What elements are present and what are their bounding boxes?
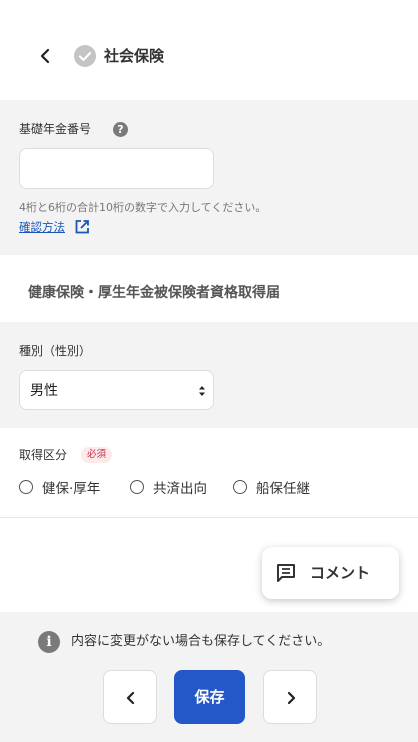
chevron-right-icon <box>287 691 296 705</box>
pension-number-hint: 4桁と6桁の合計10桁の数字で入力してください。 <box>19 201 267 214</box>
radio-label: 船保任継 <box>256 481 310 497</box>
select-arrows-icon <box>199 386 205 396</box>
comment-icon <box>277 564 295 582</box>
page-title: 社会保険 <box>104 47 165 65</box>
previous-button[interactable] <box>103 670 157 724</box>
pension-number-input[interactable] <box>19 148 214 189</box>
chevron-left-icon <box>126 691 135 705</box>
insurance-heading: 健康保険・厚生年金被保険者資格取得届 <box>28 285 280 301</box>
divider <box>0 517 418 518</box>
radio-option-senpo[interactable]: 船保任継 <box>233 479 328 499</box>
gender-label: 種別（性別） <box>19 344 92 358</box>
save-button[interactable]: 保存 <box>174 670 245 724</box>
external-link-icon[interactable] <box>73 218 91 236</box>
radio-label: 健保·厚年 <box>42 481 101 497</box>
help-icon[interactable]: ? <box>113 122 128 137</box>
gender-select[interactable]: 男性 <box>19 370 214 410</box>
radio-circle <box>130 480 144 494</box>
check-circle-icon <box>74 45 96 67</box>
radio-circle <box>19 480 33 494</box>
gender-select-value: 男性 <box>30 383 58 399</box>
how-to-confirm-link[interactable]: 確認方法 <box>19 219 65 235</box>
comment-button[interactable]: コメント <box>262 547 399 599</box>
info-icon: i <box>38 631 60 653</box>
next-button[interactable] <box>263 670 317 724</box>
radio-option-kenpo[interactable]: 健保·厚年 <box>19 479 119 499</box>
save-reminder-text: 内容に変更がない場合も保存してください。 <box>71 634 331 649</box>
radio-circle <box>233 480 247 494</box>
page-header: 社会保険 <box>0 0 418 100</box>
back-icon <box>40 48 50 64</box>
radio-label: 共済出向 <box>153 481 207 497</box>
category-label: 取得区分 <box>19 448 68 462</box>
back-button[interactable] <box>34 44 56 68</box>
radio-option-kyosai[interactable]: 共済出向 <box>130 479 225 499</box>
pension-number-label: 基礎年金番号 <box>19 122 92 136</box>
required-badge: 必須 <box>81 447 113 463</box>
comment-label: コメント <box>310 564 371 582</box>
